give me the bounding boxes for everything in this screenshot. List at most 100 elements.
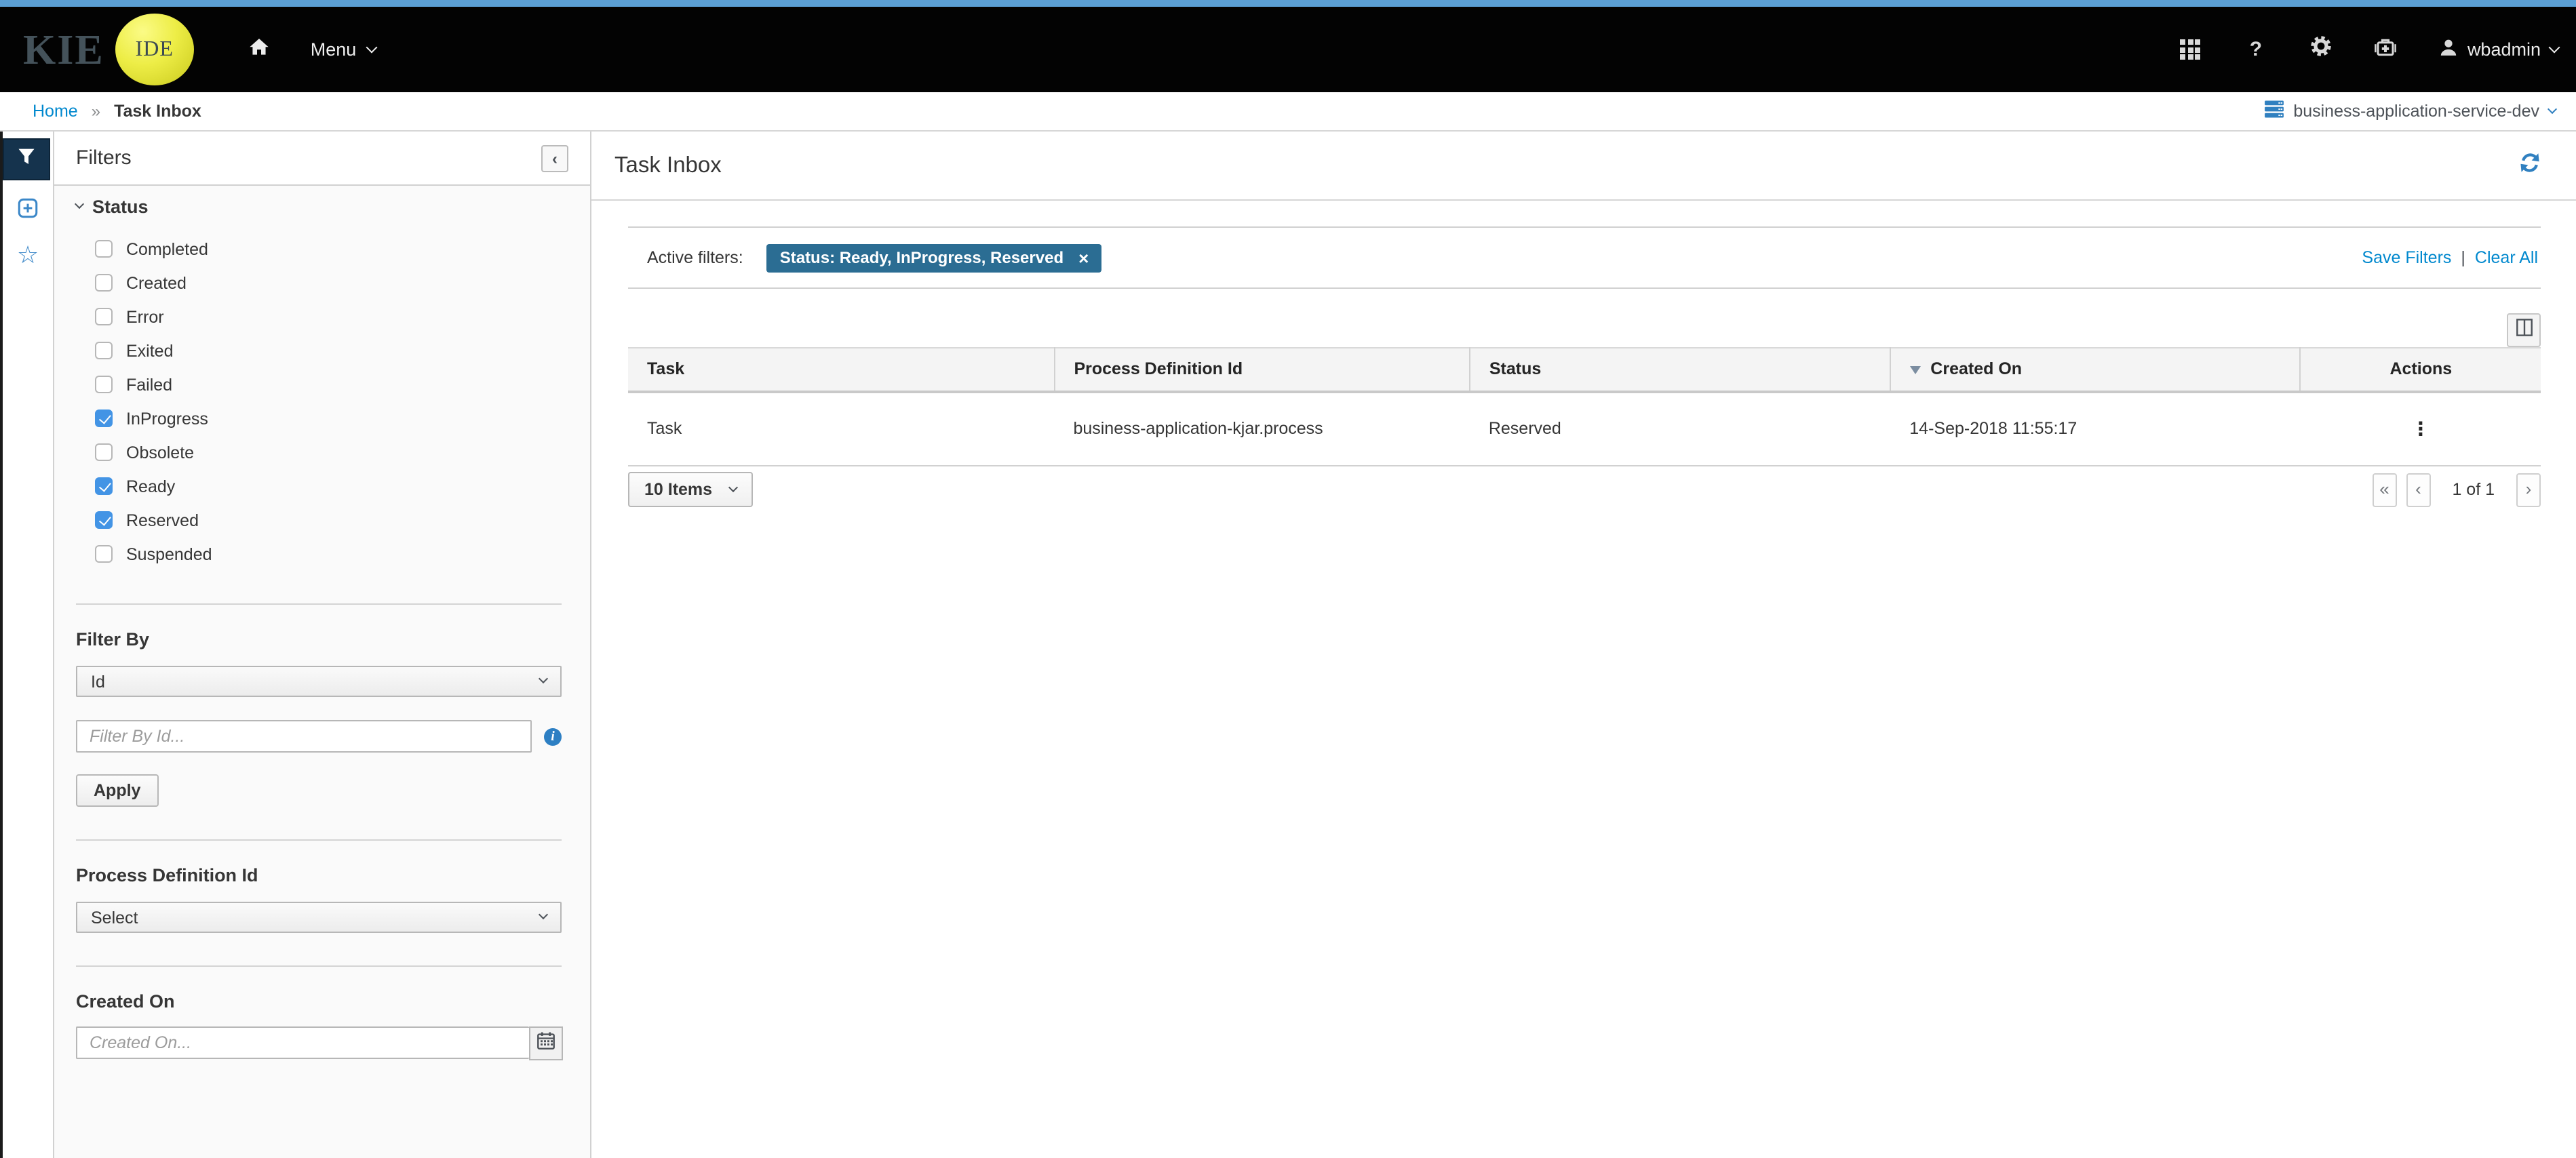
admin-tools-button[interactable]	[2374, 36, 2398, 63]
status-checkbox-list: Completed Created Error Exited Failed In…	[95, 232, 562, 571]
refresh-icon	[2519, 151, 2541, 180]
menu-label: Menu	[310, 39, 357, 60]
logo-ide-badge: IDE	[115, 14, 194, 85]
settings-button[interactable]	[2309, 35, 2333, 64]
table-header-row: Task Process Definition Id Status Create…	[628, 347, 2541, 393]
star-icon: ☆	[16, 241, 39, 268]
checkbox[interactable]	[95, 443, 113, 461]
filter-actions: Save Filters | Clear All	[2362, 248, 2538, 267]
home-icon	[248, 36, 270, 63]
status-option-ready[interactable]: Ready	[95, 469, 562, 503]
status-option-inprogress[interactable]: InProgress	[95, 401, 562, 435]
checkbox-checked[interactable]	[95, 410, 113, 427]
plus-square-icon	[18, 198, 38, 225]
kie-ide-logo[interactable]: KIE IDE	[23, 14, 194, 85]
info-icon[interactable]: i	[544, 727, 562, 745]
chevron-down-icon	[538, 909, 549, 920]
medkit-icon	[2375, 36, 2398, 63]
chevron-down-icon	[74, 199, 85, 209]
column-header-status[interactable]: Status	[1469, 347, 1892, 393]
calendar-addon-button[interactable]	[529, 1026, 563, 1060]
clear-all-link[interactable]: Clear All	[2475, 248, 2538, 267]
filter-by-field-select[interactable]: Id	[76, 666, 562, 697]
checkbox[interactable]	[95, 274, 113, 292]
apply-filter-button[interactable]: Apply	[76, 774, 159, 807]
task-table: Task Process Definition Id Status Create…	[628, 347, 2541, 466]
status-option-reserved[interactable]: Reserved	[95, 503, 562, 537]
save-filters-link[interactable]: Save Filters	[2362, 248, 2451, 267]
new-item-dock-tab[interactable]	[18, 198, 38, 225]
grid-footer: 10 Items « ‹ 1 of 1 ›	[628, 472, 2541, 507]
column-header-task[interactable]: Task	[628, 347, 1055, 393]
checkbox[interactable]	[95, 342, 113, 359]
process-definition-select[interactable]: Select	[76, 902, 562, 933]
filters-panel-body: Status Completed Created Error Exited Fa…	[54, 186, 590, 1158]
created-on-title: Created On	[76, 991, 175, 1012]
checkbox[interactable]	[95, 308, 113, 325]
help-icon: ?	[2249, 38, 2263, 61]
columns-icon	[2516, 318, 2532, 342]
column-header-created-on[interactable]: Created On	[1890, 347, 2301, 393]
link-separator: |	[2461, 248, 2465, 267]
user-menu[interactable]: wbadmin	[2439, 38, 2560, 61]
active-filters-label: Active filters:	[647, 248, 743, 267]
checkbox[interactable]	[95, 545, 113, 563]
column-picker-button[interactable]	[2507, 313, 2541, 347]
server-name: business-application-service-dev	[2293, 102, 2539, 121]
refresh-button[interactable]	[2519, 151, 2541, 180]
collapse-panel-button[interactable]: ‹	[541, 144, 568, 172]
checkbox[interactable]	[95, 376, 113, 393]
window-top-strip	[0, 0, 2576, 7]
section-divider	[76, 839, 562, 841]
dock-rail: ☆	[0, 132, 54, 1158]
filter-by-title: Filter By	[76, 629, 150, 650]
main-panel: Task Inbox Active filters: Status: Ready…	[591, 132, 2576, 1158]
section-divider	[76, 965, 562, 967]
apps-grid-button[interactable]	[2179, 39, 2203, 60]
filters-dock-tab[interactable]	[3, 138, 50, 180]
active-filters-toolbar: Active filters: Status: Ready, InProgres…	[628, 226, 2541, 289]
process-definition-selected-value: Select	[91, 908, 138, 927]
column-header-actions: Actions	[2300, 347, 2541, 393]
created-on-input[interactable]	[76, 1026, 529, 1059]
home-button[interactable]	[248, 36, 270, 63]
chevron-down-icon	[365, 41, 377, 53]
status-option-exited[interactable]: Exited	[95, 334, 562, 367]
created-on-input-group	[76, 1026, 563, 1060]
table-row[interactable]: Task business-application-kjar.process R…	[628, 391, 2541, 466]
cell-status: Reserved	[1469, 391, 1891, 466]
next-page-button[interactable]: ›	[2516, 473, 2541, 506]
server-template-selector[interactable]: business-application-service-dev	[2263, 100, 2558, 122]
filter-by-input-row: i	[76, 720, 562, 753]
status-option-completed[interactable]: Completed	[95, 232, 562, 266]
status-option-error[interactable]: Error	[95, 300, 562, 334]
help-button[interactable]: ?	[2244, 38, 2268, 61]
saved-filters-dock-tab[interactable]: ☆	[17, 243, 39, 267]
page-size-dropdown[interactable]: 10 Items	[628, 472, 754, 507]
status-option-obsolete[interactable]: Obsolete	[95, 435, 562, 469]
filter-by-value-input[interactable]	[76, 720, 532, 753]
menu-dropdown[interactable]: Menu	[310, 39, 377, 60]
status-option-failed[interactable]: Failed	[95, 367, 562, 401]
checkbox[interactable]	[95, 240, 113, 258]
column-header-process-definition-id[interactable]: Process Definition Id	[1054, 347, 1470, 393]
page-title: Task Inbox	[614, 153, 722, 177]
checkbox-checked[interactable]	[95, 511, 113, 529]
logo-kie-text: KIE	[23, 25, 104, 73]
checkbox-checked[interactable]	[95, 477, 113, 495]
status-section-toggle[interactable]: Status	[74, 197, 562, 217]
pagination: « ‹ 1 of 1 ›	[2372, 473, 2541, 506]
remove-filter-icon[interactable]: ×	[1078, 249, 1089, 266]
status-option-suspended[interactable]: Suspended	[95, 537, 562, 571]
kebab-menu-icon[interactable]: ⋮	[2411, 418, 2430, 439]
previous-page-button[interactable]: ‹	[2406, 473, 2431, 506]
filters-title: Filters	[76, 146, 132, 169]
sort-desc-icon	[1910, 366, 1921, 375]
user-icon	[2439, 38, 2458, 61]
status-option-created[interactable]: Created	[95, 266, 562, 300]
first-page-button[interactable]: «	[2372, 473, 2397, 506]
grid-container: Active filters: Status: Ready, InProgres…	[628, 226, 2541, 507]
filter-by-selected-value: Id	[91, 672, 105, 691]
breadcrumb-home-link[interactable]: Home	[33, 102, 78, 121]
status-section-title: Status	[92, 197, 149, 217]
